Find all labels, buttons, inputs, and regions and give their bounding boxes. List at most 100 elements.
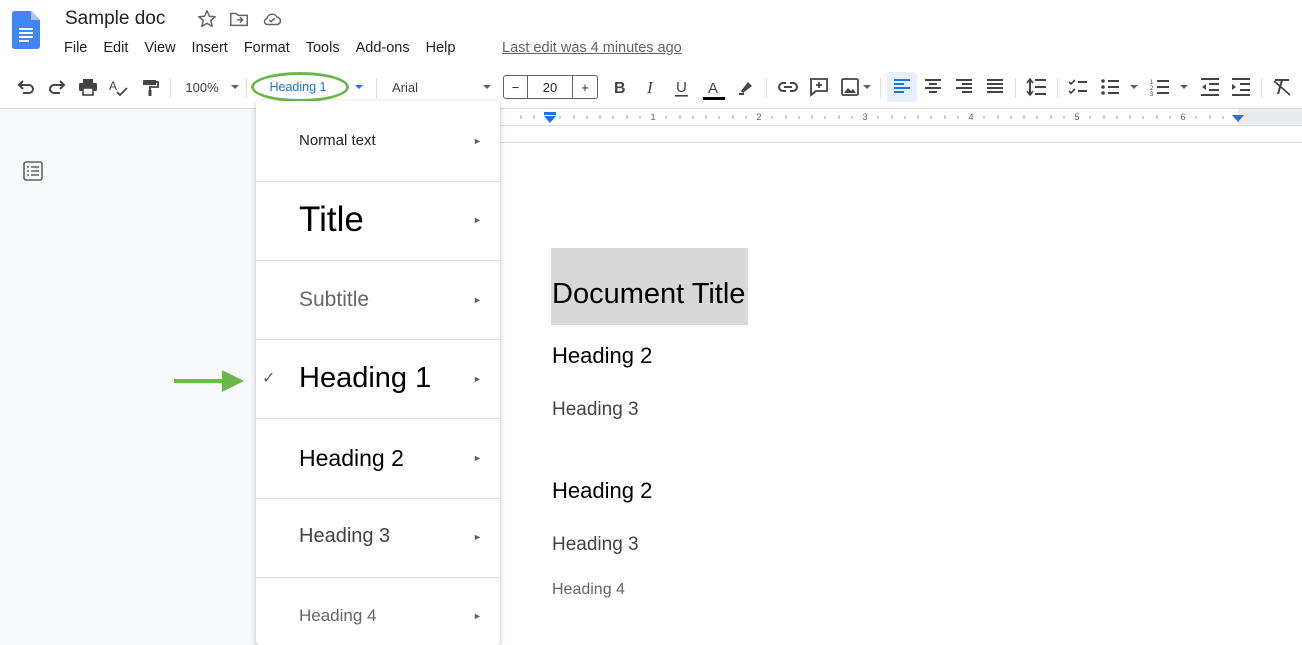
- cloud-saved-icon[interactable]: [261, 8, 283, 30]
- toolbar-divider: [1015, 78, 1016, 98]
- font-size-input[interactable]: 20: [527, 75, 573, 99]
- horizontal-ruler[interactable]: 1 2 3 4 5 6 7: [500, 109, 1302, 126]
- doc-heading-4[interactable]: Heading 4: [552, 581, 625, 599]
- ruler-label: 1: [650, 112, 655, 122]
- submenu-arrow-icon: ►: [473, 532, 482, 542]
- submenu-arrow-icon: ►: [473, 453, 482, 463]
- checkmark-icon: ✓: [262, 370, 276, 387]
- paragraph-style-menu: Normal text ► Title ► Subtitle ► ✓ Headi…: [256, 101, 500, 645]
- ruler-label: 6: [1180, 112, 1185, 122]
- underline-icon[interactable]: U: [671, 66, 693, 108]
- option-label: Normal text: [299, 132, 376, 149]
- add-comment-icon[interactable]: [807, 66, 831, 108]
- text-color-icon[interactable]: A: [702, 66, 726, 108]
- annotation-highlight-oval: [251, 72, 349, 102]
- menu-tools[interactable]: Tools: [298, 40, 348, 58]
- align-right-icon[interactable]: [952, 66, 976, 108]
- image-dropdown-icon[interactable]: [860, 66, 874, 108]
- font-size-decrease-button[interactable]: −: [503, 75, 528, 99]
- google-docs-logo-icon[interactable]: [12, 11, 40, 49]
- svg-text:B: B: [614, 80, 626, 97]
- style-option-heading-1[interactable]: ✓ Heading 1 ►: [256, 340, 500, 419]
- document-outline-icon[interactable]: [22, 160, 44, 182]
- toolbar-divider: [170, 78, 171, 98]
- doc-heading-3[interactable]: Heading 3: [552, 534, 639, 556]
- zoom-dropdown-icon[interactable]: [228, 66, 242, 108]
- toolbar-divider: [246, 78, 247, 98]
- align-center-icon[interactable]: [921, 66, 945, 108]
- insert-image-icon[interactable]: [838, 66, 862, 108]
- insert-link-icon[interactable]: [776, 66, 800, 108]
- bulleted-list-icon[interactable]: [1098, 66, 1122, 108]
- option-label: Heading 1: [299, 362, 432, 394]
- ruler-label: 3: [862, 112, 867, 122]
- ruler-ticks: 1 2 3 4 5 6 7: [520, 112, 1292, 122]
- menu-file[interactable]: File: [56, 40, 95, 58]
- toolbar-divider: [766, 78, 767, 98]
- toolbar-divider: [880, 78, 881, 98]
- menu-bar: File Edit View Insert Format Tools Add-o…: [56, 40, 463, 58]
- style-option-subtitle[interactable]: Subtitle ►: [256, 261, 500, 340]
- zoom-select[interactable]: 100%: [178, 66, 226, 108]
- option-label: Heading 3: [299, 525, 391, 547]
- justify-icon[interactable]: [983, 66, 1007, 108]
- move-to-folder-icon[interactable]: [228, 8, 250, 30]
- svg-text:3: 3: [1150, 92, 1154, 98]
- bold-icon[interactable]: B: [609, 66, 631, 108]
- document-title-text[interactable]: Document Title: [552, 278, 745, 311]
- bullet-dropdown-icon[interactable]: [1127, 66, 1141, 108]
- paint-format-icon[interactable]: [138, 66, 162, 108]
- document-page[interactable]: [500, 125, 1302, 645]
- numbered-list-icon[interactable]: 123: [1148, 66, 1172, 108]
- spellcheck-icon[interactable]: A: [107, 66, 131, 108]
- style-option-heading-4[interactable]: Heading 4 ►: [256, 578, 500, 645]
- submenu-arrow-icon: ►: [473, 611, 482, 621]
- svg-text:A: A: [708, 80, 718, 97]
- option-label: Subtitle: [299, 288, 370, 311]
- style-option-title[interactable]: Title ►: [256, 182, 500, 261]
- style-option-normal-text[interactable]: Normal text ►: [256, 101, 500, 182]
- option-label: Heading 2: [299, 445, 404, 471]
- ruler-label: 2: [756, 112, 761, 122]
- left-indent-marker-icon[interactable]: [543, 111, 557, 125]
- checklist-icon[interactable]: [1066, 66, 1090, 108]
- last-edit-link[interactable]: Last edit was 4 minutes ago: [502, 40, 682, 56]
- style-option-heading-2[interactable]: Heading 2 ►: [256, 419, 500, 499]
- menu-add-ons[interactable]: Add-ons: [348, 40, 418, 58]
- print-icon[interactable]: [76, 66, 100, 108]
- submenu-arrow-icon: ►: [473, 295, 482, 305]
- ruler-right-margin: [1238, 109, 1302, 125]
- menu-insert[interactable]: Insert: [184, 40, 236, 58]
- star-icon[interactable]: [196, 8, 218, 30]
- doc-heading-2[interactable]: Heading 2: [552, 343, 652, 369]
- svg-text:I: I: [646, 78, 654, 97]
- submenu-arrow-icon: ►: [473, 215, 482, 225]
- document-name[interactable]: Sample doc: [65, 8, 165, 30]
- toolbar-divider: [1057, 78, 1058, 98]
- option-label: Title: [299, 200, 364, 239]
- align-left-button[interactable]: [887, 72, 917, 102]
- decrease-indent-icon[interactable]: [1198, 66, 1222, 108]
- menu-help[interactable]: Help: [418, 40, 464, 58]
- increase-indent-icon[interactable]: [1229, 66, 1253, 108]
- svg-text:A: A: [109, 79, 117, 93]
- right-indent-marker-icon[interactable]: [1231, 113, 1245, 125]
- font-size-increase-button[interactable]: +: [572, 75, 598, 99]
- toolbar: A 100% Heading 1 Arial − 20 + B I U A 12…: [0, 66, 1302, 109]
- svg-text:U: U: [676, 79, 687, 96]
- undo-icon[interactable]: [14, 66, 38, 108]
- numbering-dropdown-icon[interactable]: [1177, 66, 1191, 108]
- menu-edit[interactable]: Edit: [95, 40, 136, 58]
- style-option-heading-3[interactable]: Heading 3 ►: [256, 499, 500, 578]
- highlight-color-icon[interactable]: [735, 66, 757, 108]
- line-spacing-icon[interactable]: [1025, 66, 1049, 108]
- ruler-label: 5: [1074, 112, 1079, 122]
- italic-icon[interactable]: I: [640, 66, 662, 108]
- clear-formatting-icon[interactable]: [1270, 66, 1294, 108]
- doc-heading-2[interactable]: Heading 2: [552, 478, 652, 504]
- submenu-arrow-icon: ►: [473, 136, 482, 146]
- doc-heading-3[interactable]: Heading 3: [552, 399, 639, 421]
- menu-format[interactable]: Format: [236, 40, 298, 58]
- menu-view[interactable]: View: [136, 40, 183, 58]
- redo-icon[interactable]: [45, 66, 69, 108]
